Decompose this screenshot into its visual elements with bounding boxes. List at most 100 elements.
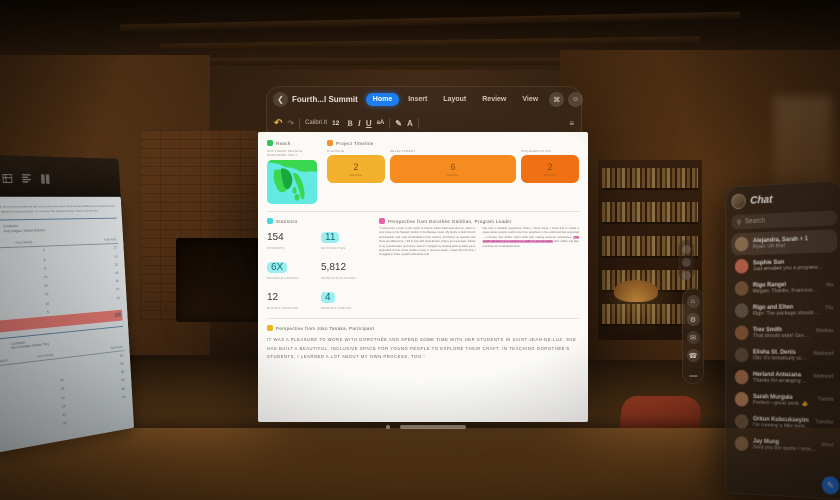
settings-icon[interactable]: ⚙: [686, 313, 700, 326]
reach-color-dot: [267, 140, 273, 146]
avatar[interactable]: [731, 193, 746, 210]
avatar: [734, 258, 749, 274]
conversation-time: Tuesda: [817, 396, 834, 403]
home-icon[interactable]: ⌂: [686, 295, 700, 308]
phase-card: 6 Months: [390, 155, 516, 183]
table1-body: 9 27 8 16 8 32 10 40 20 60 10 10 10 20 5: [0, 243, 122, 321]
text-effects-button[interactable]: aA: [377, 120, 385, 126]
table-icon[interactable]: [1, 172, 14, 185]
conversation-body: Trev SmithThat should work! Great sugg..…: [753, 326, 811, 339]
avatar: [734, 369, 749, 385]
app-dock[interactable]: ⌂ ⚙ ✉ ☎: [682, 288, 704, 384]
dock-icon-c[interactable]: [681, 271, 691, 280]
stat-item: 12 MONTHS SPANNING: [267, 287, 315, 311]
conversation-row[interactable]: Trev SmithThat should work! Great sugg..…: [731, 321, 837, 344]
conversation-time: Wednesd: [813, 373, 834, 380]
avatar: [734, 436, 749, 452]
table2-body: 30 50 20 36 25 60 12 80 15 50 40 30: [0, 351, 128, 440]
columns-icon[interactable]: [39, 172, 51, 185]
highlight-button[interactable]: ✎: [395, 119, 402, 128]
participant-perspective-section: Perspective from Joko Tanaka, Participan…: [267, 325, 579, 361]
stat-label: MONTHS SPANNING: [267, 307, 299, 311]
conversation-body: Rigo Rangel Megan: Thanks, Francesca!...: [753, 280, 821, 294]
align-button[interactable]: ≡: [569, 119, 574, 128]
avatar: [734, 281, 749, 296]
conversation-time: Thu: [825, 305, 834, 312]
phase-unit: Months: [447, 173, 459, 177]
search-input[interactable]: ⚲ Search: [731, 210, 838, 230]
quote-right-text: that was a valuable experience. When I c…: [482, 227, 580, 239]
avatar: [734, 325, 749, 340]
conversation-preview: Thanks for arranging that. It...: [752, 377, 809, 385]
conversation-preview: Perfect—great work. 👍: [752, 399, 809, 408]
fireplace: [176, 238, 262, 322]
conversation-preview: Obi: It's tentatively schedule...: [752, 355, 809, 362]
doc-divider: [0, 217, 117, 222]
leader-perspective-section: Perspective from Dorothée Galitlian, Pro…: [379, 218, 579, 311]
divider: [417, 117, 419, 129]
statistics-color-dot: [267, 218, 273, 224]
tab-insert[interactable]: Insert: [401, 93, 434, 106]
search-placeholder: Search: [744, 217, 766, 226]
underline-button[interactable]: U: [366, 119, 372, 128]
hours-table-1: aged Hours Weekly Total Hours 9278168321…: [0, 235, 122, 322]
conversation-row[interactable]: Jay Mung Sent you the quote I received...…: [731, 432, 837, 459]
share-button[interactable]: ⌘: [549, 92, 565, 107]
phase-card: 2 Months: [521, 155, 579, 183]
font-color-button[interactable]: A: [407, 119, 413, 128]
compose-button[interactable]: ✎: [821, 475, 840, 495]
align-icon[interactable]: [20, 172, 33, 185]
tab-home[interactable]: Home: [365, 93, 400, 106]
table-lamp: [614, 280, 658, 302]
dock-icon-b[interactable]: [681, 258, 691, 267]
font-name-field[interactable]: Calibri It: [305, 120, 327, 126]
conversation-row[interactable]: Alejandra, Sarah + 1 Ryan: Uh this!: [731, 229, 838, 256]
bold-button[interactable]: B: [347, 119, 352, 128]
laptop-toolbar: [0, 154, 121, 201]
avatar: [734, 414, 749, 429]
stat-label: MENTORS ACROSS: [321, 307, 352, 311]
stat-value: 6X: [267, 262, 288, 274]
italic-button[interactable]: I: [358, 119, 361, 128]
phone-icon[interactable]: ☎: [686, 349, 700, 362]
stat-item: 4 MENTORS ACROSS: [321, 287, 369, 311]
tab-review[interactable]: Review: [475, 93, 513, 106]
dock-drag-handle[interactable]: [688, 375, 698, 377]
tab-layout[interactable]: Layout: [436, 93, 473, 106]
redo-icon[interactable]: ↷: [287, 119, 294, 128]
search-icon: ⚲: [736, 219, 742, 227]
conversation-body: Elisha St. Denis Obi: It's tentatively sc…: [753, 349, 809, 362]
conversation-body: Orkun Kubcukseyim I'm running a little be…: [753, 415, 811, 429]
secondary-dock[interactable]: [678, 240, 694, 280]
window-resize-handle[interactable]: [400, 425, 466, 429]
phase-unit: Months: [544, 173, 556, 177]
conversation-row[interactable]: Rigo and Elton Rigo: The package should a…: [731, 298, 837, 322]
back-button[interactable]: ❮: [273, 92, 288, 107]
europe-map: [267, 160, 317, 204]
conversation-row[interactable]: Rigo Rangel Megan: Thanks, Francesca!... Y…: [731, 275, 837, 300]
conversation-row[interactable]: Herland Antezana Thanks for arranging tha…: [731, 366, 837, 390]
statistics-grid: 154 STUDENTS 11 NATIONALITIES 6X PROGRAM GROW…: [267, 227, 369, 311]
conversation-row[interactable]: Elisha St. Denis Obi: It's tentatively sc…: [731, 344, 837, 367]
dock-icon-a[interactable]: [681, 245, 691, 254]
conversation-preview: That should work! Great sugg...: [752, 333, 811, 340]
conversation-row[interactable]: Sarah Murguia Perfect—great work. 👍 Tuesda: [731, 388, 837, 413]
window-resize-area[interactable]: [258, 420, 588, 438]
phase-unit: Months: [350, 173, 362, 177]
mail-icon[interactable]: ✉: [686, 331, 700, 344]
collaborate-button[interactable]: ☺: [568, 92, 584, 107]
stat-value: 5,812: [321, 262, 347, 274]
stat-value: 11: [321, 232, 340, 243]
stat-item: 11 NATIONALITIES: [321, 227, 369, 251]
conversation-body: Alejandra, Sarah + 1 Ryan: Uh this!: [753, 235, 829, 250]
conversation-row[interactable]: Sophie Sun Just emailed you a progress...: [731, 252, 837, 277]
phase-value: 6: [450, 162, 456, 172]
statistics-label: Statistics: [276, 218, 298, 224]
conversation-body: Rigo and Elton Rigo: The package should a…: [753, 303, 820, 317]
tab-view[interactable]: View: [515, 93, 545, 106]
leader-quote-columns: "I come from a town in the south of Fran…: [379, 227, 579, 258]
window-close-dot[interactable]: [386, 425, 390, 429]
conversation-body: Jay Mung Sent you the quote I received...: [753, 438, 817, 453]
undo-icon[interactable]: ↶: [274, 118, 282, 129]
font-size-field[interactable]: 12: [332, 120, 339, 127]
